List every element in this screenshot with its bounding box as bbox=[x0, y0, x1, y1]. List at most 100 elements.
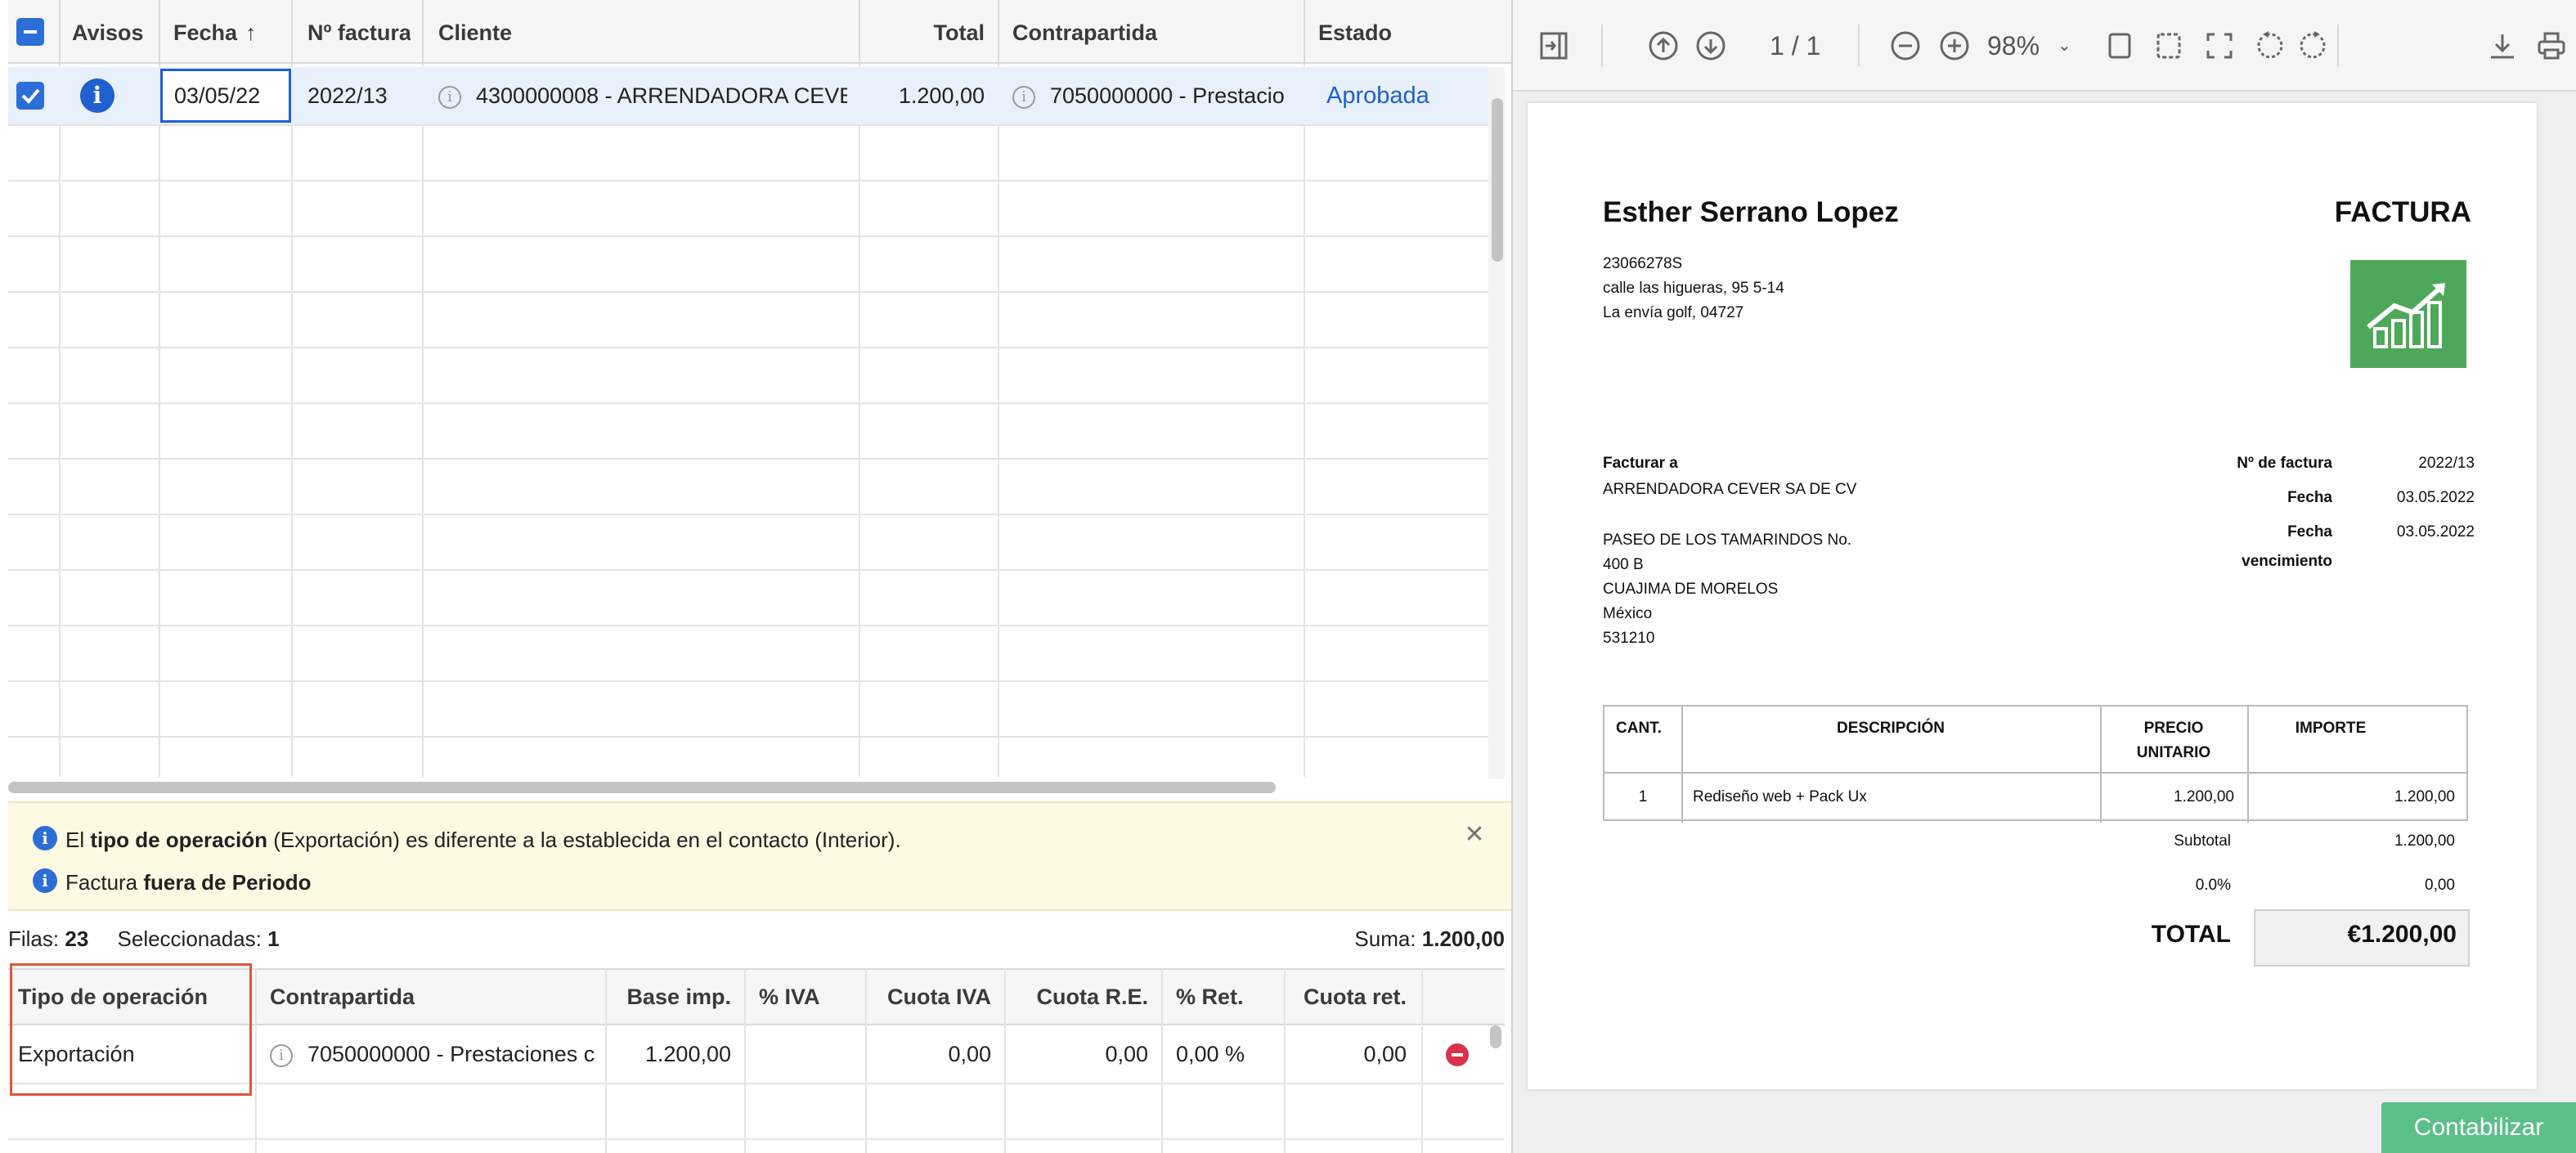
cell-total[interactable]: 1.200,00 bbox=[867, 67, 985, 124]
header-avisos[interactable]: Avisos bbox=[72, 0, 154, 64]
remove-line-icon[interactable] bbox=[1446, 1043, 1469, 1066]
rotate-right-icon[interactable] bbox=[2298, 29, 2331, 62]
notice-line-period: Factura fuera de Periodo bbox=[65, 870, 312, 895]
subtotal-label: Subtotal bbox=[2174, 832, 2231, 850]
next-page-icon[interactable] bbox=[1694, 29, 1727, 62]
header-separator bbox=[422, 0, 424, 64]
bill-to-address: México bbox=[1603, 605, 1653, 622]
zoom-level[interactable]: 98% bbox=[1987, 29, 2040, 62]
tax-value: 0,00 bbox=[2425, 877, 2455, 894]
header-contrapartida-lines[interactable]: Contrapartida bbox=[270, 968, 515, 1025]
due-date-label: Fecha bbox=[2287, 523, 2332, 541]
invoice-number-label: Nº de factura bbox=[2237, 455, 2332, 472]
sort-ascending-icon[interactable]: ↑ bbox=[245, 0, 270, 64]
notice-text: (Exportación) es diferente a la establec… bbox=[267, 828, 901, 852]
cell-base-imponible[interactable]: 1.200,00 bbox=[610, 1025, 731, 1083]
seleccionadas-label: Seleccionadas: bbox=[117, 926, 262, 951]
col-cant: CANT. bbox=[1616, 720, 1662, 737]
cell-cliente-text: 4300000008 - ARRENDADORA CEVER bbox=[476, 83, 847, 108]
header-contrapartida[interactable]: Contrapartida bbox=[1012, 0, 1258, 64]
zoom-out-icon[interactable] bbox=[1889, 29, 1922, 62]
col-precio-2: UNITARIO bbox=[2136, 744, 2211, 761]
issuer-city: La envía golf, 04727 bbox=[1603, 304, 1744, 321]
cell-cuota-iva[interactable]: 0,00 bbox=[870, 1025, 991, 1083]
lines-scrollbar-thumb[interactable] bbox=[1490, 1025, 1501, 1048]
subtotal-value: 1.200,00 bbox=[2394, 832, 2455, 850]
filas-label: Filas: bbox=[8, 926, 60, 951]
date-cell-editor[interactable]: 03/05/22 bbox=[160, 69, 291, 123]
notice-text: Factura bbox=[65, 870, 144, 895]
contabilizar-button[interactable]: Contabilizar bbox=[2381, 1102, 2576, 1153]
header-separator bbox=[159, 0, 160, 64]
cell-cliente[interactable]: i 4300000008 - ARRENDADORA CEVER bbox=[438, 67, 847, 124]
fit-width-icon[interactable] bbox=[2152, 29, 2185, 62]
header-fecha[interactable]: Fecha bbox=[173, 0, 255, 64]
cell-contrapartida-line[interactable]: i 7050000000 - Prestaciones c bbox=[270, 1025, 597, 1083]
header-total[interactable]: Total bbox=[867, 0, 985, 64]
invoice-number-value: 2022/13 bbox=[2418, 455, 2475, 472]
fullscreen-icon[interactable] bbox=[2203, 29, 2236, 62]
invoice-date-label: Fecha bbox=[2287, 489, 2332, 506]
suma-label: Suma: bbox=[1354, 926, 1416, 951]
header-cliente[interactable]: Cliente bbox=[438, 0, 602, 64]
status-badge[interactable]: Aprobada bbox=[1326, 67, 1474, 124]
cell-cuota-re[interactable]: 0,00 bbox=[1009, 1025, 1148, 1083]
header-base-imponible[interactable]: Base imp. bbox=[610, 968, 731, 1025]
header-factura[interactable]: Nº factura bbox=[307, 0, 411, 64]
header-cuota-re[interactable]: Cuota R.E. bbox=[1009, 968, 1148, 1025]
fit-page-icon[interactable] bbox=[2103, 29, 2136, 62]
page-indicator[interactable]: 1 / 1 bbox=[1770, 29, 1820, 62]
notice-bold: tipo de operación bbox=[90, 828, 268, 852]
select-all-checkbox[interactable] bbox=[16, 18, 44, 46]
toolbar-separator bbox=[1601, 25, 1603, 67]
header-cuota-iva[interactable]: Cuota IVA bbox=[870, 968, 991, 1025]
bill-to-address: CUAJIMA DE MORELOS bbox=[1603, 581, 1779, 598]
invoice-grid-pane: Avisos Fecha ↑ Nº factura Cliente Total … bbox=[0, 0, 1521, 1153]
chevron-down-icon[interactable]: ⌄ bbox=[2058, 29, 2071, 62]
cell-iva[interactable] bbox=[759, 1025, 857, 1083]
close-icon[interactable]: ✕ bbox=[1461, 821, 1488, 849]
item-importe: 1.200,00 bbox=[2394, 788, 2455, 805]
account-info-icon[interactable]: i bbox=[270, 1043, 293, 1067]
bill-to-address: 400 B bbox=[1603, 556, 1644, 573]
total-label: TOTAL bbox=[2151, 921, 2231, 948]
header-estado[interactable]: Estado bbox=[1318, 0, 1482, 64]
vertical-scrollbar-thumb[interactable] bbox=[1492, 98, 1503, 262]
company-logo bbox=[2350, 260, 2466, 368]
item-cant: 1 bbox=[1638, 788, 1648, 805]
previous-page-icon[interactable] bbox=[1647, 29, 1680, 62]
cell-contrapartida[interactable]: i 7050000000 - Prestacio bbox=[1012, 67, 1299, 124]
notice-info-icon: i bbox=[33, 868, 57, 893]
zoom-in-icon[interactable] bbox=[1938, 29, 1971, 62]
tax-label: 0.0% bbox=[2195, 877, 2231, 894]
invoice-items-table: CANT. DESCRIPCIÓN PRECIO UNITARIO IMPORT… bbox=[1603, 705, 2468, 823]
cell-cuota-ret[interactable]: 0,00 bbox=[1289, 1025, 1407, 1083]
col-descripcion: DESCRIPCIÓN bbox=[1837, 720, 1945, 737]
pdf-viewer: 1 / 1 98% ⌄ Esther Serrano Lopez FACTURA… bbox=[1511, 0, 2576, 1153]
highlight-outline bbox=[10, 963, 252, 1096]
header-separator bbox=[1304, 0, 1305, 64]
warning-info-icon[interactable]: i bbox=[80, 79, 114, 113]
download-icon[interactable] bbox=[2486, 29, 2519, 62]
header-separator bbox=[998, 0, 999, 64]
grid-summary: Filas: 23 Seleccionadas: 1 Suma: 1.200,0… bbox=[8, 921, 1505, 957]
issuer-name: Esther Serrano Lopez bbox=[1603, 196, 1899, 228]
cell-factura[interactable]: 2022/13 bbox=[307, 67, 417, 124]
notice-line-operation: El tipo de operación (Exportación) es di… bbox=[65, 828, 901, 853]
item-precio: 1.200,00 bbox=[2174, 788, 2234, 805]
header-iva[interactable]: % IVA bbox=[759, 968, 857, 1025]
cell-retencion[interactable]: 0,00 % bbox=[1176, 1025, 1274, 1083]
seleccionadas-count: 1 bbox=[267, 926, 280, 951]
toggle-sidebar-icon[interactable] bbox=[1537, 29, 1570, 62]
rotate-left-icon[interactable] bbox=[2252, 29, 2285, 62]
header-cuota-ret[interactable]: Cuota ret. bbox=[1289, 968, 1407, 1025]
header-retencion[interactable]: % Ret. bbox=[1176, 968, 1274, 1025]
print-icon[interactable] bbox=[2535, 29, 2568, 62]
client-info-icon[interactable]: i bbox=[438, 85, 461, 109]
row-checkbox[interactable] bbox=[16, 82, 44, 110]
toolbar-separator bbox=[2337, 25, 2339, 67]
toolbar-separator bbox=[1858, 25, 1860, 67]
horizontal-scrollbar-thumb[interactable] bbox=[8, 782, 1276, 793]
account-info-icon[interactable]: i bbox=[1012, 85, 1035, 109]
header-separator bbox=[859, 0, 860, 64]
